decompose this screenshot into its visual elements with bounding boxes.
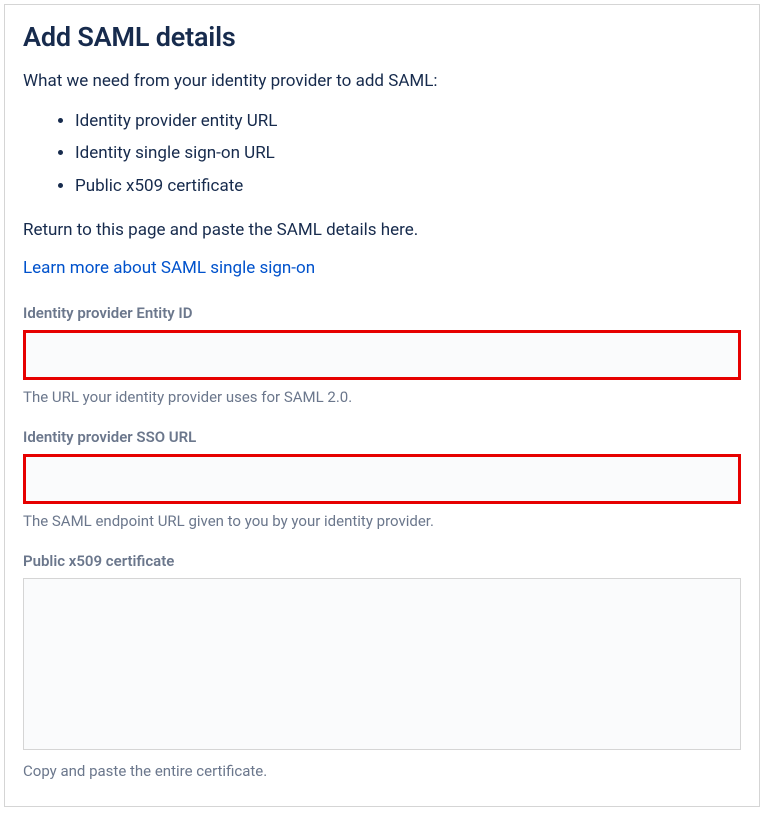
intro-text: What we need from your identity provider… bbox=[23, 71, 741, 91]
certificate-label: Public x509 certificate bbox=[23, 552, 741, 570]
page-title: Add SAML details bbox=[23, 21, 741, 53]
sso-url-help: The SAML endpoint URL given to you by yo… bbox=[23, 512, 741, 530]
sso-url-input[interactable] bbox=[23, 454, 741, 504]
saml-details-panel: Add SAML details What we need from your … bbox=[4, 4, 760, 807]
entity-id-label: Identity provider Entity ID bbox=[23, 304, 741, 322]
sso-url-label: Identity provider SSO URL bbox=[23, 428, 741, 446]
requirement-item: Identity single sign-on URL bbox=[75, 137, 741, 169]
sso-url-field-block: Identity provider SSO URL The SAML endpo… bbox=[23, 428, 741, 530]
certificate-field-block: Public x509 certificate Copy and paste t… bbox=[23, 552, 741, 780]
entity-id-input[interactable] bbox=[23, 330, 741, 380]
requirement-item: Public x509 certificate bbox=[75, 170, 741, 202]
return-instruction: Return to this page and paste the SAML d… bbox=[23, 220, 741, 240]
certificate-help: Copy and paste the entire certificate. bbox=[23, 762, 741, 780]
requirement-item: Identity provider entity URL bbox=[75, 105, 741, 137]
learn-more-link[interactable]: Learn more about SAML single sign-on bbox=[23, 258, 315, 278]
entity-id-field-block: Identity provider Entity ID The URL your… bbox=[23, 304, 741, 406]
certificate-textarea[interactable] bbox=[23, 578, 741, 750]
requirements-list: Identity provider entity URL Identity si… bbox=[75, 105, 741, 202]
entity-id-help: The URL your identity provider uses for … bbox=[23, 388, 741, 406]
